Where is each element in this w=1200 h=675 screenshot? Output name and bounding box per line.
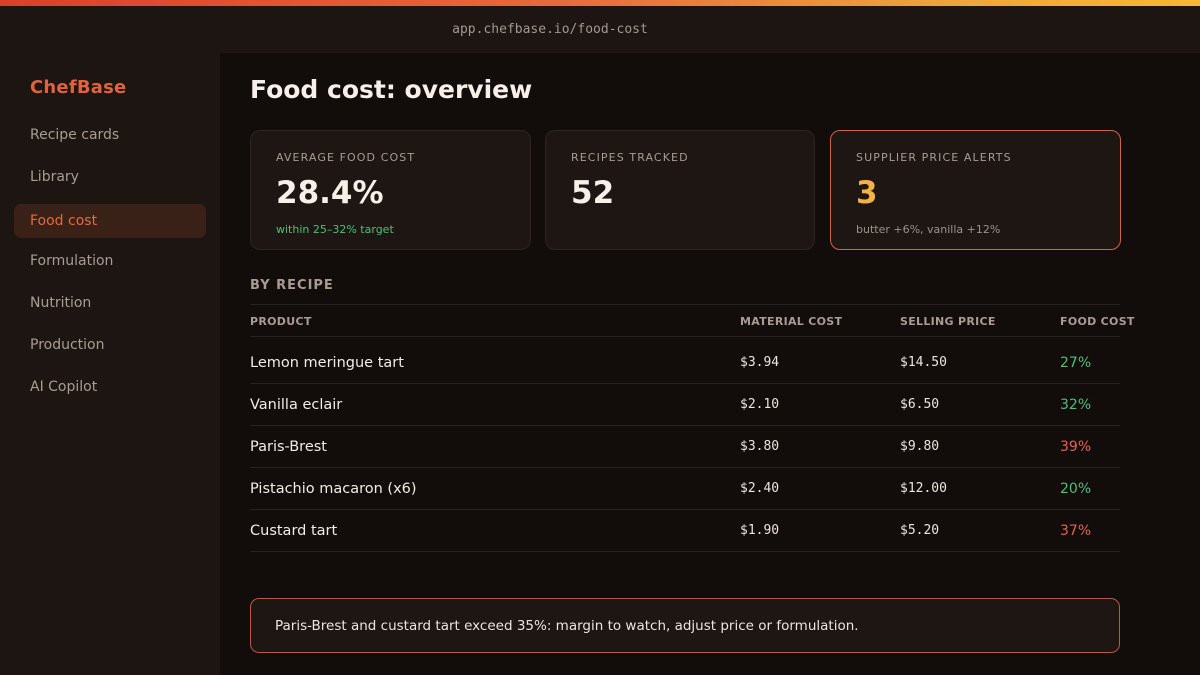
sidebar-item-label: AI Copilot [30, 379, 98, 395]
product-name: Paris-Brest [250, 438, 327, 455]
material-cost: $3.80 [740, 439, 780, 454]
stat-value: 3 [856, 175, 878, 211]
food-cost-percent: 20% [1060, 480, 1092, 497]
sidebar-item-food-cost[interactable]: Food cost [14, 204, 206, 238]
sidebar-item-library[interactable]: Library [14, 160, 206, 194]
sidebar-item-nutrition[interactable]: Nutrition [14, 286, 206, 320]
product-name: Lemon meringue tart [250, 354, 404, 371]
main-content: Food cost: overview AVERAGE FOOD COST 28… [220, 53, 1200, 675]
page-title: Food cost: overview [250, 75, 533, 104]
sidebar-item-label: Production [30, 337, 105, 353]
column-header-product[interactable]: PRODUCT [250, 315, 312, 328]
material-cost: $2.40 [740, 481, 780, 496]
margin-warning-notice: Paris-Brest and custard tart exceed 35%:… [250, 598, 1120, 653]
food-cost-percent: 39% [1060, 438, 1092, 455]
table-row[interactable]: Vanilla eclair $2.10 $6.50 32% [250, 384, 1120, 426]
column-header-material-cost[interactable]: MATERIAL COST [740, 315, 842, 328]
sidebar-item-label: Recipe cards [30, 127, 120, 143]
product-name: Custard tart [250, 522, 338, 539]
sidebar-item-label: Nutrition [30, 295, 92, 311]
table-row[interactable]: Paris-Brest $3.80 $9.80 39% [250, 426, 1120, 468]
selling-price: $14.50 [900, 355, 947, 370]
product-name: Vanilla eclair [250, 396, 343, 413]
stat-value: 52 [571, 175, 615, 211]
sidebar-item-label: Food cost [30, 213, 98, 229]
sidebar-item-formulation[interactable]: Formulation [14, 244, 206, 278]
stat-label: RECIPES TRACKED [571, 151, 689, 164]
stat-card-recipes-tracked: RECIPES TRACKED 52 [545, 130, 815, 250]
stat-label: SUPPLIER PRICE ALERTS [856, 151, 1012, 164]
food-cost-percent: 32% [1060, 396, 1092, 413]
material-cost: $1.90 [740, 523, 780, 538]
material-cost: $3.94 [740, 355, 780, 370]
browser-url-bar[interactable]: app.chefbase.io/food-cost [0, 6, 1200, 53]
notice-text: Paris-Brest and custard tart exceed 35%:… [275, 617, 859, 634]
stat-value: 28.4% [276, 175, 384, 211]
product-name: Pistachio macaron (x6) [250, 480, 417, 497]
selling-price: $5.20 [900, 523, 940, 538]
stat-card-supplier-price-alerts[interactable]: SUPPLIER PRICE ALERTS 3 butter +6%, vani… [830, 130, 1121, 250]
sidebar-item-recipe-cards[interactable]: Recipe cards [14, 118, 206, 152]
sidebar-item-label: Library [30, 169, 79, 185]
brand-logo[interactable]: ChefBase [30, 77, 126, 98]
sidebar-item-production[interactable]: Production [14, 328, 206, 362]
table-row[interactable]: Custard tart $1.90 $5.20 37% [250, 510, 1120, 552]
sidebar-item-label: Formulation [30, 253, 114, 269]
url-text[interactable]: app.chefbase.io/food-cost [452, 22, 648, 37]
selling-price: $12.00 [900, 481, 947, 496]
material-cost: $2.10 [740, 397, 780, 412]
stat-subtext: butter +6%, vanilla +12% [856, 223, 1001, 236]
stat-label: AVERAGE FOOD COST [276, 151, 416, 164]
table-row[interactable]: Pistachio macaron (x6) $2.40 $12.00 20% [250, 468, 1120, 510]
table-row[interactable]: Lemon meringue tart $3.94 $14.50 27% [250, 342, 1120, 384]
section-title: BY RECIPE [250, 278, 334, 293]
column-header-food-cost[interactable]: FOOD COST [1060, 315, 1135, 328]
sidebar-item-ai-copilot[interactable]: AI Copilot [14, 370, 206, 404]
food-cost-percent: 27% [1060, 354, 1092, 371]
table-header: PRODUCT MATERIAL COST SELLING PRICE FOOD… [250, 305, 1134, 337]
sidebar: ChefBase Recipe cards Library Food cost … [0, 53, 220, 675]
stat-subtext: within 25–32% target [276, 223, 394, 236]
food-cost-percent: 37% [1060, 522, 1092, 539]
stat-card-average-food-cost: AVERAGE FOOD COST 28.4% within 25–32% ta… [250, 130, 531, 250]
selling-price: $9.80 [900, 439, 940, 454]
selling-price: $6.50 [900, 397, 940, 412]
column-header-selling-price[interactable]: SELLING PRICE [900, 315, 996, 328]
